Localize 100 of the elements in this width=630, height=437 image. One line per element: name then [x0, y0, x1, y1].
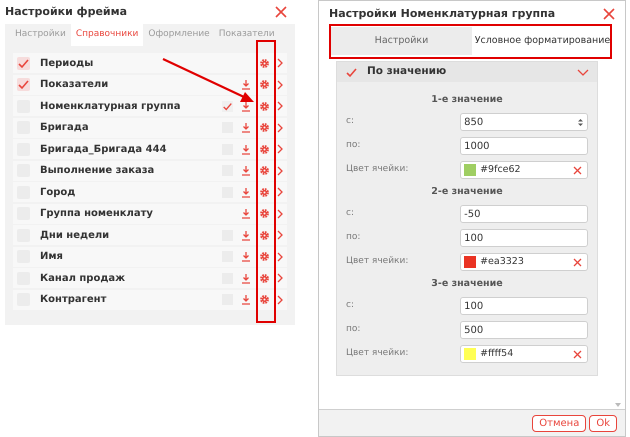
- section-header[interactable]: По значению: [337, 62, 597, 82]
- clear-icon[interactable]: [573, 166, 582, 174]
- gear-icon[interactable]: [259, 294, 270, 305]
- spinner-icon[interactable]: [577, 118, 584, 126]
- list-row[interactable]: Имя: [13, 246, 287, 266]
- list-row[interactable]: Город: [13, 182, 287, 202]
- gear-icon[interactable]: [259, 186, 270, 198]
- color-field[interactable]: #9fce62: [460, 161, 588, 179]
- chevron-right-icon[interactable]: [277, 208, 283, 218]
- section-title: По значению: [367, 64, 448, 80]
- download-icon[interactable]: [241, 100, 251, 112]
- item-label: Контрагент: [40, 293, 108, 307]
- input-field[interactable]: 100: [460, 297, 588, 315]
- check-icon: [17, 78, 30, 91]
- download-icon[interactable]: [241, 79, 251, 90]
- field-label: Цвет ячейки:: [346, 255, 410, 268]
- chevron-right-icon[interactable]: [277, 58, 283, 68]
- list-row[interactable]: Бригада_Бригада 444: [13, 139, 287, 159]
- chevron-right-icon[interactable]: [277, 252, 283, 262]
- color-field[interactable]: #ea3323: [460, 253, 588, 271]
- gear-icon[interactable]: [259, 144, 270, 154]
- field-label: Цвет ячейки:: [346, 347, 410, 360]
- chevron-right-icon[interactable]: [277, 122, 283, 132]
- item-label: Показатели: [40, 78, 110, 92]
- gear-icon[interactable]: [259, 272, 270, 284]
- gear-icon[interactable]: [259, 230, 270, 240]
- input-field[interactable]: 500: [460, 321, 588, 339]
- list-row[interactable]: Номенклатурная группа: [13, 96, 287, 116]
- field-label: с:: [346, 207, 355, 220]
- scroll-arrow-icon[interactable]: [615, 403, 621, 407]
- list-row[interactable]: Контрагент: [13, 290, 287, 310]
- list-row[interactable]: Группа номенклату: [13, 204, 287, 224]
- checkbox[interactable]: [17, 78, 30, 91]
- download-icon[interactable]: [241, 272, 251, 284]
- item-label: Бригада: [40, 121, 90, 135]
- gear-icon[interactable]: [259, 58, 270, 68]
- download-icon[interactable]: [241, 294, 251, 305]
- download-icon[interactable]: [241, 251, 251, 262]
- list-row[interactable]: Периоды: [13, 53, 287, 73]
- list-row[interactable]: Выполнение заказа: [13, 160, 287, 180]
- chevron-right-icon[interactable]: [277, 144, 283, 154]
- field-label: с:: [346, 115, 355, 128]
- group-title: 1-е значение: [430, 93, 504, 107]
- input-field[interactable]: 850: [460, 113, 588, 131]
- button[interactable]: Отмена: [532, 414, 586, 432]
- list-row[interactable]: Дни недели: [13, 225, 287, 245]
- gear-icon[interactable]: [259, 122, 270, 133]
- button[interactable]: Ok: [589, 414, 617, 432]
- chevron-right-icon[interactable]: [277, 273, 283, 283]
- item-label: Бригада_Бригада 444: [40, 142, 168, 156]
- input-field[interactable]: 1000: [460, 137, 588, 155]
- clear-icon[interactable]: [573, 258, 582, 266]
- chevron-right-icon[interactable]: [277, 187, 283, 197]
- download-icon[interactable]: [241, 230, 251, 240]
- item-label: Номенклатурная группа: [40, 100, 182, 114]
- list-row[interactable]: Канал продаж: [13, 268, 287, 288]
- field-label: Цвет ячейки:: [346, 163, 410, 176]
- chevron-right-icon[interactable]: [277, 294, 283, 304]
- checkbox[interactable]: [222, 100, 233, 112]
- item-label: Канал продаж: [40, 272, 126, 286]
- gear-icon[interactable]: [259, 208, 270, 219]
- gear-icon[interactable]: [259, 251, 270, 262]
- item-label: Дни недели: [40, 228, 110, 242]
- close-icon[interactable]: [603, 8, 615, 20]
- group-title: 2-е значение: [430, 185, 504, 199]
- item-label: Имя: [40, 250, 64, 264]
- field-label: с:: [346, 299, 355, 312]
- chevron-right-icon[interactable]: [277, 166, 283, 176]
- gear-icon[interactable]: [259, 79, 270, 90]
- color-field[interactable]: #ffff54: [460, 345, 588, 363]
- chevron-icon[interactable]: [577, 68, 589, 76]
- input-field[interactable]: 100: [460, 229, 588, 247]
- download-icon[interactable]: [241, 122, 251, 133]
- checkbox[interactable]: [17, 56, 30, 70]
- chevron-right-icon[interactable]: [277, 101, 283, 111]
- clear-icon[interactable]: [573, 350, 582, 358]
- gear-icon[interactable]: [259, 165, 270, 176]
- download-icon[interactable]: [241, 165, 251, 176]
- field-label: по:: [346, 323, 362, 336]
- group-title: 3-е значение: [430, 277, 504, 291]
- chevron-right-icon[interactable]: [277, 80, 283, 90]
- dialog-title: Настройки Номенклатурная группа: [329, 6, 556, 22]
- gear-icon[interactable]: [259, 100, 270, 112]
- item-label: Группа номенклату: [40, 207, 154, 221]
- tab[interactable]: Настройки: [331, 27, 472, 55]
- close-icon[interactable]: [275, 6, 287, 18]
- tab[interactable]: Справочники: [70, 24, 144, 46]
- check-icon: [17, 56, 30, 70]
- list-row[interactable]: Показатели: [13, 74, 287, 94]
- item-label: Периоды: [40, 56, 94, 70]
- item-label: Выполнение заказа: [40, 164, 156, 178]
- input-field[interactable]: -50: [460, 205, 588, 223]
- list-row[interactable]: Бригада: [13, 118, 287, 138]
- download-icon[interactable]: [241, 208, 251, 219]
- dialog-title: Настройки фрейма: [5, 4, 128, 20]
- download-icon[interactable]: [241, 144, 251, 154]
- download-icon[interactable]: [241, 186, 251, 198]
- check-icon: [222, 100, 233, 112]
- chevron-right-icon[interactable]: [277, 230, 283, 240]
- field-label: по:: [346, 139, 362, 152]
